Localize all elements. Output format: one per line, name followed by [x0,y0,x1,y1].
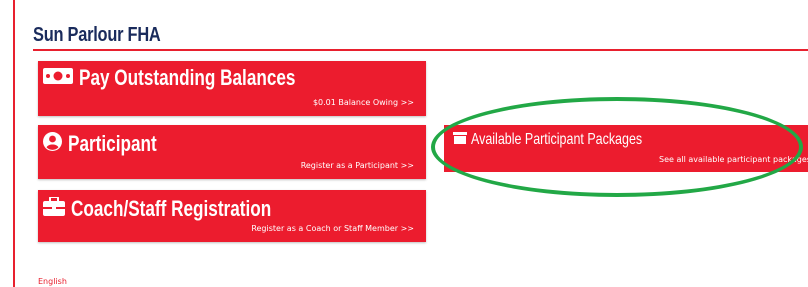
coach-staff-title: Coach/Staff Registration [71,196,272,221]
participant-card[interactable]: Participant Register as a Participant >> [38,125,426,179]
coach-staff-header: Coach/Staff Registration [43,196,328,222]
briefcase-icon [43,196,65,221]
page-title: Sun Parlour FHA [33,24,161,46]
participant-header: Participant [43,131,182,157]
package-icon [453,131,467,149]
see-packages-link[interactable]: See all available participant packages >… [659,155,808,164]
pay-balances-title: Pay Outstanding Balances [79,65,296,90]
balance-owing-link[interactable]: $0.01 Balance Owing >> [313,98,414,107]
pay-balances-header: Pay Outstanding Balances [43,65,357,91]
coach-staff-card[interactable]: Coach/Staff Registration Register as a C… [38,190,426,242]
pay-balances-card[interactable]: Pay Outstanding Balances $0.01 Balance O… [38,61,426,116]
packages-card[interactable]: Available Participant Packages See all a… [444,125,808,172]
register-participant-link[interactable]: Register as a Participant >> [301,161,414,170]
left-accent-rule [13,0,15,287]
participant-title: Participant [68,131,157,156]
title-divider [33,49,808,51]
money-bill-icon [43,67,73,89]
packages-header: Available Participant Packages [453,131,690,149]
packages-title: Available Participant Packages [471,131,643,148]
user-circle-icon [43,132,62,156]
language-link[interactable]: English [38,277,67,286]
register-coach-link[interactable]: Register as a Coach or Staff Member >> [251,224,414,233]
